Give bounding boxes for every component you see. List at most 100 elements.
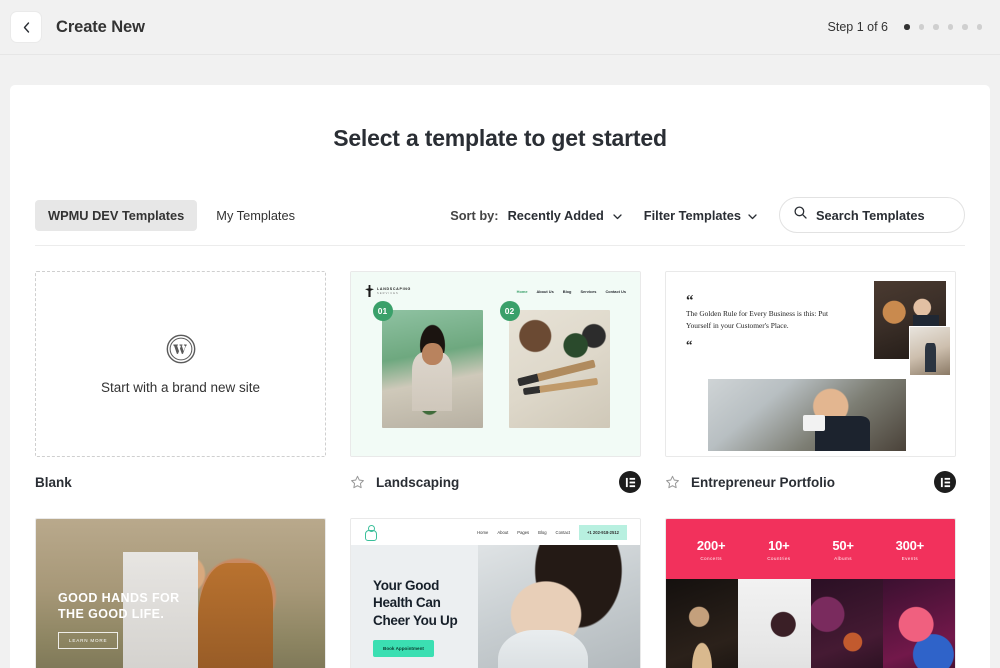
preview-badge: 01 [372, 301, 393, 321]
preview-stat-number: 50+ [832, 537, 854, 553]
step-dot-4 [947, 24, 953, 30]
filter-templates-dropdown[interactable]: Filter Templates [644, 208, 757, 223]
template-thumbnail-blank[interactable]: Start with a brand new site [35, 271, 326, 457]
app-header: Create New Step 1 of 6 [0, 0, 1000, 55]
preview-badge: 02 [499, 301, 520, 321]
preview-stat: 10+ Countries [767, 538, 790, 561]
preview-nav-links: Home About Pages Blog Contact +1 202-918… [477, 524, 627, 540]
step-dots [904, 24, 982, 30]
preview-quote-text: The Golden Rule for Every Business is th… [686, 309, 829, 331]
open-quote-icon: “ [686, 293, 694, 309]
content-card: Select a template to get started WPMU DE… [10, 85, 990, 668]
preview-stat: 200+ Concerts [696, 537, 726, 561]
preview-hero-text: GOOD HANDS FOR THE GOOD LIFE. LEARN MORE [58, 591, 180, 650]
template-thumbnail-health[interactable]: Home About Pages Blog Contact +1 202-918… [350, 518, 641, 668]
search-icon [794, 206, 807, 224]
template-thumbnail-entrepreneur-portfolio[interactable]: “ The Golden Rule for Every Business is … [665, 271, 956, 457]
preview-heading-line2: Health Can [373, 595, 441, 611]
toolbar-divider [35, 245, 965, 246]
wordpress-icon [166, 334, 196, 369]
step-dot-1 [904, 24, 910, 30]
preview-nav-link: Blog [538, 529, 547, 535]
preview-stat-number: 10+ [768, 537, 790, 553]
preview-stat: 300+ Events [895, 537, 925, 561]
preview-heading-line3: Cheer You Up [373, 612, 458, 628]
sort-by-value[interactable]: Recently Added [508, 208, 604, 223]
step-label: Step 1 of 6 [827, 20, 888, 34]
page-title: Create New [56, 17, 145, 36]
chevron-left-icon [23, 21, 30, 33]
preview-stat-label: Events [901, 555, 919, 561]
preview-photo-band [738, 579, 811, 668]
search-templates-box[interactable] [779, 197, 965, 233]
star-outline-icon[interactable] [665, 475, 680, 490]
templates-toolbar: WPMU DEV Templates My Templates Sort by:… [35, 194, 965, 236]
template-thumbnail-good-hands[interactable]: GOOD HANDS FOR THE GOOD LIFE. LEARN MORE [35, 518, 326, 668]
preview-nav-link: About [497, 529, 509, 535]
preview-nav-links: Home About Us Blog Services Contact Us [517, 289, 626, 294]
preview-heading-line1: GOOD HANDS FOR [58, 591, 180, 605]
sort-by-label: Sort by: [450, 207, 499, 223]
preview-stat-label: Countries [767, 555, 791, 561]
template-thumbnail-music[interactable]: 200+ Concerts 10+ Countries 50+ Albums 3… [665, 518, 956, 668]
chevron-down-icon[interactable] [613, 208, 622, 223]
entrepreneur-preview: “ The Golden Rule for Every Business is … [666, 272, 955, 456]
template-tile-good-hands: GOOD HANDS FOR THE GOOD LIFE. LEARN MORE [35, 518, 326, 668]
template-thumbnail-landscaping[interactable]: LANDSCAPING SERVICES Home About Us Blog … [350, 271, 641, 457]
preview-heading-line1: Your Good [373, 578, 440, 593]
section-heading: Select a template to get started [333, 125, 667, 151]
preview-nav-link: Contact [555, 529, 570, 535]
tab-wpmu-dev-templates[interactable]: WPMU DEV Templates [35, 199, 198, 231]
preview-phone-button: +1 202-918-2512 [578, 524, 627, 540]
template-tile-landscaping: LANDSCAPING SERVICES Home About Us Blog … [350, 271, 641, 494]
preview-cta-button: Book Appointment [373, 639, 434, 657]
elementor-icon[interactable] [619, 471, 641, 493]
preview-photo-woman-plant [381, 310, 483, 428]
step-indicator: Step 1 of 6 [828, 20, 982, 34]
step-dot-3 [933, 24, 939, 30]
preview-photo-garden-tools [508, 310, 610, 428]
preview-photo-masked-woman [478, 545, 640, 668]
chevron-down-icon [748, 208, 757, 223]
preview-nav-link: Pages [517, 529, 530, 535]
preview-photo-concert [810, 579, 883, 668]
preview-photo-seated-man [909, 326, 951, 376]
preview-photo-guitarist [666, 579, 739, 668]
landscaping-preview: LANDSCAPING SERVICES Home About Us Blog … [351, 272, 640, 456]
preview-navbar: LANDSCAPING SERVICES Home About Us Blog … [351, 283, 640, 299]
star-outline-icon[interactable] [350, 475, 365, 490]
preview-stat-number: 300+ [895, 537, 925, 553]
template-name: Entrepreneur Portfolio [691, 474, 836, 490]
preview-stat: 50+ Albums [832, 537, 854, 561]
preview-stats-bar: 200+ Concerts 10+ Countries 50+ Albums 3… [666, 519, 955, 579]
template-name: Blank [35, 474, 72, 490]
preview-logo-subtext: SERVICES [377, 292, 399, 296]
preview-stat-label: Concerts [700, 555, 722, 561]
sort-by-control: Sort by: Recently Added [450, 208, 622, 223]
filter-templates-label: Filter Templates [643, 207, 741, 223]
template-footer-entrepreneur-portfolio: Entrepreneur Portfolio [665, 470, 956, 494]
preview-photo-man-coffee [708, 379, 906, 451]
preview-cta-button: LEARN MORE [58, 632, 119, 650]
preview-heading-line2: THE GOOD LIFE. [58, 606, 165, 621]
music-preview: 200+ Concerts 10+ Countries 50+ Albums 3… [666, 519, 955, 668]
template-footer-blank: Blank [35, 470, 326, 494]
close-quote-icon: ” [686, 333, 693, 349]
template-tile-entrepreneur-portfolio: “ The Golden Rule for Every Business is … [665, 271, 956, 494]
back-button[interactable] [11, 12, 41, 42]
preview-nav-link: Blog [562, 288, 572, 294]
elementor-icon[interactable] [934, 471, 956, 493]
step-dot-5 [962, 24, 968, 30]
preview-stat-number: 200+ [696, 537, 726, 553]
preview-image-row [666, 579, 955, 668]
toolbar-controls: Sort by: Recently Added Filter Templates [450, 197, 965, 233]
tab-my-templates[interactable]: My Templates [203, 200, 308, 231]
preview-nav-link: Services [580, 288, 597, 294]
search-input[interactable] [816, 207, 946, 223]
template-footer-landscaping: Landscaping [350, 470, 641, 494]
preview-nav-link: About Us [536, 288, 554, 294]
template-tile-health: Home About Pages Blog Contact +1 202-918… [350, 518, 641, 668]
template-name: Landscaping [376, 474, 460, 490]
template-tile-blank: Start with a brand new site Blank [35, 271, 326, 494]
preview-image-card: 01 [372, 301, 483, 428]
